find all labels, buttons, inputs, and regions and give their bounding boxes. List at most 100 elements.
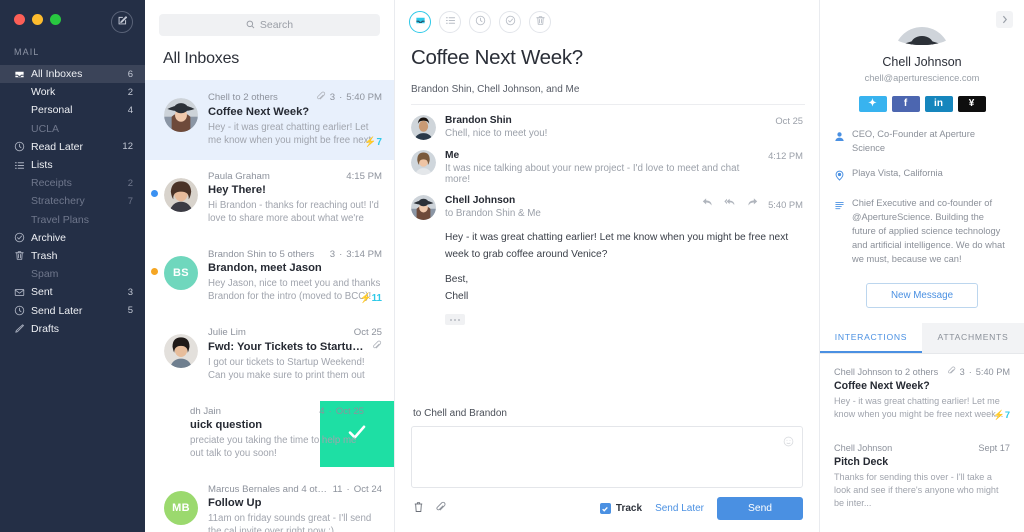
message-sender: Paula Graham: [208, 171, 270, 182]
sidebar-item-ucla[interactable]: UCLA: [0, 120, 145, 138]
message-header: dh Jain 4 · Oct 25: [190, 406, 364, 417]
maximize-window-button[interactable]: [50, 14, 61, 25]
interaction-sender: Chell Johnson: [834, 443, 893, 454]
avatar: [411, 195, 436, 220]
sidebar-item-drafts[interactable]: Drafts: [0, 320, 145, 338]
twitter-button[interactable]: ✦: [858, 95, 887, 112]
linkedin-button[interactable]: in: [924, 95, 953, 112]
thread-subline: Chell, nice to meet you!: [445, 128, 548, 139]
tab-attachments[interactable]: ATTACHMENTS: [922, 323, 1024, 354]
sidebar-item-all inboxes[interactable]: All Inboxes 6: [0, 65, 145, 84]
search-input[interactable]: Search: [159, 14, 380, 36]
collapse-panel-button[interactable]: [996, 11, 1013, 28]
thread-message[interactable]: Me It was nice talking about your new pr…: [411, 140, 803, 185]
sidebar-item-lists[interactable]: Lists: [0, 156, 145, 174]
reply-icon[interactable]: [702, 195, 714, 213]
message-header: Marcus Bernales and 4 others 11 · Oct 24: [208, 484, 382, 495]
sidebar-item-spam[interactable]: Spam: [0, 265, 145, 283]
thread-message-actions: 4:12 PM: [758, 150, 803, 161]
mail-app-window: MAIL All Inboxes 6 Work 2 Personal 4 UCL…: [0, 0, 1024, 532]
compose-left-tools: [411, 500, 446, 518]
message-sender: Marcus Bernales and 4 others: [208, 483, 329, 495]
trash-icon[interactable]: [413, 500, 424, 518]
list-item[interactable]: dh Jain 4 · Oct 25 uick question preciate …: [145, 395, 394, 473]
sidebar-item-archive[interactable]: Archive: [0, 229, 145, 247]
sidebar-item-work[interactable]: Work 2: [0, 83, 145, 101]
minimize-window-button[interactable]: [32, 14, 43, 25]
sidebar-item-sent[interactable]: Sent 3: [0, 283, 145, 301]
sidebar-item-trash[interactable]: Trash: [0, 247, 145, 265]
compose-body-input[interactable]: [411, 426, 803, 488]
window-traffic-lights: [14, 14, 61, 25]
sidebar-item-stratechery[interactable]: Stratechery 7: [0, 192, 145, 210]
toolbar-list-button[interactable]: [439, 11, 461, 33]
expand-quoted-text-button[interactable]: [445, 314, 465, 326]
message-subject: Fwd: Your Tickets to Startup Weekend: [208, 340, 382, 353]
thread-message-header: Me It was nice talking about your new pr…: [445, 150, 803, 185]
search-placeholder-text: Search: [259, 19, 294, 31]
track-checkbox[interactable]: Track: [599, 503, 643, 514]
message-header: Julie Lim Oct 25: [208, 327, 382, 338]
sidebar-item-label: Work: [31, 86, 56, 99]
pencil-icon: [14, 323, 31, 334]
compose-button[interactable]: [111, 11, 133, 33]
close-window-button[interactable]: [14, 14, 25, 25]
interaction-meta: 3 · 5:40 PM: [947, 366, 1010, 377]
list-item[interactable]: BS Brandon Shin to 5 others 3 · 3:14 PM Br…: [145, 238, 394, 316]
toolbar-check-circle-button[interactable]: [499, 11, 521, 33]
sidebar-item-label: UCLA: [31, 122, 60, 135]
message-subject: uick question: [190, 419, 263, 431]
track-label: Track: [615, 503, 643, 514]
interaction-item[interactable]: Chell Johnson Sept 17 Pitch Deck Thanks …: [834, 443, 1010, 510]
send-button[interactable]: Send: [717, 497, 803, 520]
thread-sender-name: Brandon Shin: [445, 115, 512, 126]
message-list-pane: Search All Inboxes Chell to 2 others 3 · 5…: [145, 0, 395, 532]
toolbar-clock-button[interactable]: [469, 11, 491, 33]
sidebar-item-label: Drafts: [31, 322, 60, 335]
list-item[interactable]: MB Marcus Bernales and 4 others 11 · Oct 2…: [145, 473, 394, 532]
interaction-preview: Hey - it was great chatting earlier! Let…: [834, 396, 1004, 420]
al-icon: ¥: [968, 97, 975, 109]
thread-message[interactable]: Chell Johnson to Brandon Shin & Me 5:40 …: [411, 185, 803, 326]
message-subject: Brandon, meet Jason: [208, 262, 322, 274]
reply-all-icon[interactable]: [724, 195, 736, 213]
sidebar-item-personal[interactable]: Personal 4: [0, 101, 145, 119]
avatar-placeholder: [146, 413, 180, 447]
interaction-preview: Thanks for sending this over - I'll take…: [834, 472, 999, 509]
contact-detail-text: Chief Executive and co-founder of @Apert…: [852, 197, 1005, 264]
paperclip-icon[interactable]: [435, 500, 446, 518]
forward-icon[interactable]: [746, 195, 758, 213]
message-subject: Coffee Next Week?: [208, 106, 310, 118]
interaction-header: Chell Johnson Sept 17: [834, 443, 1010, 453]
message-sender: Chell to 2 others: [208, 92, 278, 103]
list-item[interactable]: Chell to 2 others 3 · 5:40 PM Coffee Next …: [145, 80, 394, 160]
avatar: BS: [164, 256, 198, 290]
message-sender: Brandon Shin to 5 others: [208, 249, 315, 260]
sidebar-item-read later[interactable]: Read Later 12: [0, 138, 145, 156]
list-item[interactable]: Julie Lim Oct 25 Fwd: Your Tickets to St…: [145, 316, 394, 395]
inbox-icon: [415, 13, 426, 31]
emoji-icon[interactable]: [783, 434, 794, 452]
interaction-item[interactable]: Chell Johnson to 2 others 3 · 5:40 PM Coff…: [834, 366, 1010, 421]
send-later-button[interactable]: Send Later: [655, 503, 704, 514]
toolbar-inbox-button[interactable]: [409, 11, 431, 33]
list-item[interactable]: Paula Graham 4:15 PM Hey There! Hi Brand…: [145, 160, 394, 238]
sidebar-item-send later[interactable]: Send Later 5: [0, 301, 145, 319]
message-subject: Follow Up: [208, 496, 262, 509]
thread-message[interactable]: Brandon Shin Chell, nice to meet you! Oc…: [411, 105, 803, 140]
list-title: All Inboxes: [163, 50, 240, 67]
tab-interactions[interactable]: INTERACTIONS: [820, 323, 922, 354]
avatar: [164, 334, 198, 368]
sidebar-item-label: Receipts: [31, 177, 72, 190]
message-thread: Brandon Shin Chell, nice to meet you! Oc…: [395, 105, 819, 326]
message-content: Chell to 2 others 3 · 5:40 PM Coffee Next …: [208, 91, 382, 148]
check-circle-icon: [14, 232, 31, 243]
toolbar-trash-button[interactable]: [529, 11, 551, 33]
sidebar-item-label: Personal: [31, 104, 73, 117]
sidebar-item-label: Lists: [31, 159, 53, 172]
sidebar-item-travel plans[interactable]: Travel Plans: [0, 211, 145, 229]
sidebar-item-receipts[interactable]: Receipts 2: [0, 174, 145, 192]
facebook-button[interactable]: f: [891, 95, 920, 112]
angellist-button[interactable]: ¥: [957, 95, 986, 112]
new-message-button[interactable]: New Message: [866, 283, 978, 309]
